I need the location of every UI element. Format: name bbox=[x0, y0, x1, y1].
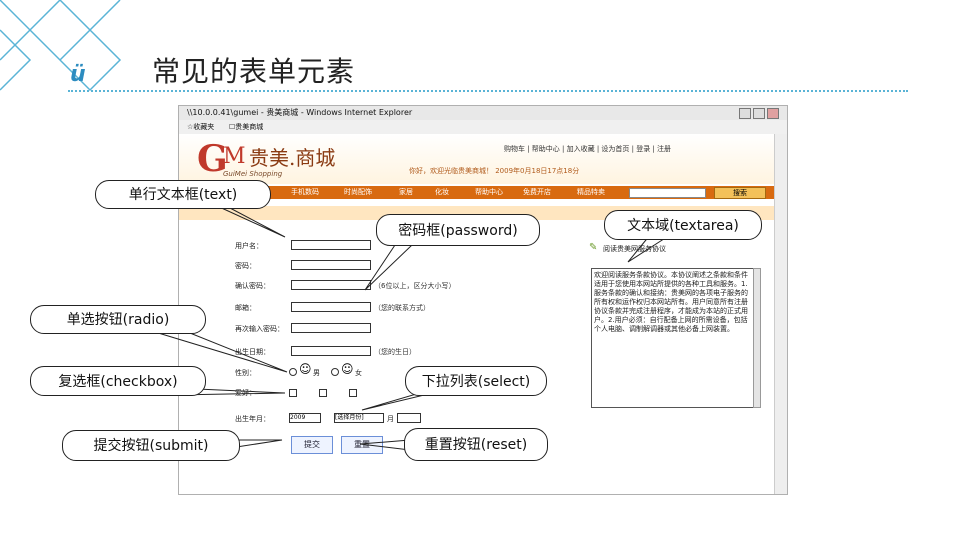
pointer-text bbox=[214, 204, 286, 238]
pointer-password bbox=[364, 244, 413, 291]
callout-text: 单行文本框(text) bbox=[95, 180, 271, 209]
callout-password: 密码框(password) bbox=[376, 214, 540, 246]
callout-select: 下拉列表(select) bbox=[405, 366, 547, 396]
pointer-reset bbox=[359, 439, 411, 451]
callout-reset: 重置按钮(reset) bbox=[404, 428, 548, 461]
callout-radio: 单选按钮(radio) bbox=[30, 305, 206, 334]
callout-checkbox: 复选框(checkbox) bbox=[30, 366, 206, 396]
callout-textarea: 文本域(textarea) bbox=[604, 210, 762, 240]
callout-submit: 提交按钮(submit) bbox=[62, 430, 240, 461]
